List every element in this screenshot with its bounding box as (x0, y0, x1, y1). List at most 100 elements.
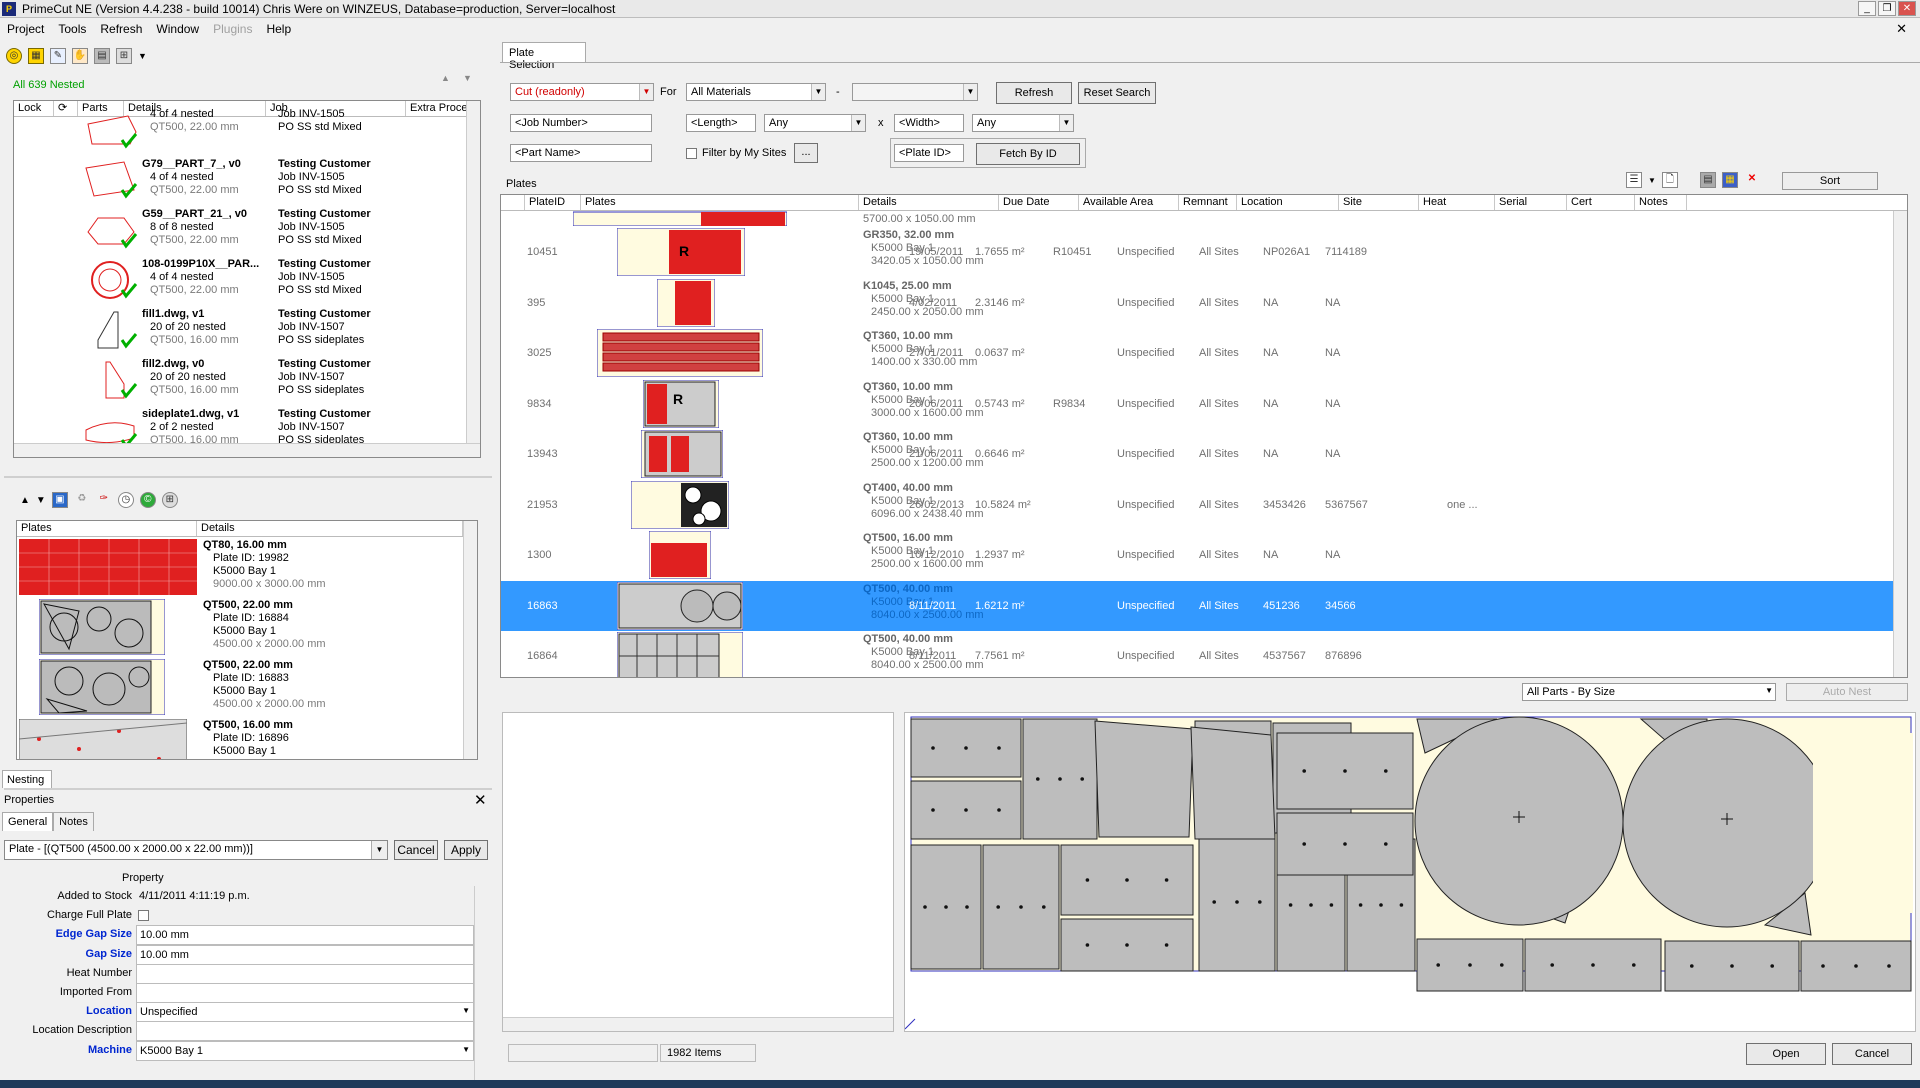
table-row[interactable]: 21953 QT400, 40.00 mm K5000 Bay 1 6096.00 x… (501, 480, 1895, 530)
target-icon[interactable]: ◎ (6, 48, 22, 64)
move-down-icon[interactable]: ▼ (36, 495, 46, 506)
preview-horizontal-scrollbar[interactable] (503, 1017, 893, 1031)
cut-select[interactable]: Cut (readonly) ▼ (510, 83, 654, 101)
filter-sites-checkbox[interactable] (686, 148, 697, 159)
plate-id-input[interactable]: <Plate ID> (894, 144, 964, 162)
nested-horizontal-scrollbar[interactable] (14, 443, 480, 457)
close-window-button[interactable]: ✕ (1898, 1, 1916, 16)
move-up-icon[interactable]: ▲ (20, 495, 30, 506)
menu-help[interactable]: Help (259, 22, 298, 36)
splitter[interactable] (4, 476, 492, 478)
move-down-icon[interactable]: ▼ (463, 73, 472, 83)
table-row[interactable]: 1300 QT500, 16.00 mm K5000 Bay 1 2500.00 x … (501, 530, 1895, 580)
sheet-icon[interactable]: ▦ (28, 48, 44, 64)
layers-icon[interactable]: ▤ (1699, 172, 1716, 188)
maximize-button[interactable]: ❐ (1878, 1, 1896, 16)
table-row[interactable]: 9834 R QT360, 10.00 mm K5000 Bay 1 3000.00 x… (501, 379, 1895, 429)
table-row[interactable]: 13943 QT360, 10.00 mm K5000 Bay 1 2500.00 x… (501, 429, 1895, 479)
secondary-select[interactable]: ▼ (852, 83, 978, 101)
plates-vertical-scrollbar[interactable] (463, 521, 477, 759)
cancel-button[interactable]: Cancel (1832, 1043, 1912, 1065)
menu-project[interactable]: Project (0, 22, 51, 36)
length-operator-select[interactable]: Any ▼ (764, 114, 866, 132)
nested-part-row[interactable]: 108-0199P10X__PAR... 4 of 4 nested QT500, … (14, 255, 480, 305)
chevron-down-icon[interactable]: ▼ (371, 841, 387, 859)
properties-scrollbar[interactable] (474, 886, 488, 1082)
plate-row[interactable]: QT80, 16.00 mm Plate ID: 19982 K5000 Bay 1… (17, 537, 477, 597)
palette-icon[interactable]: ▦ (1721, 172, 1738, 188)
close-icon[interactable]: ✕ (474, 791, 487, 809)
charge-full-plate-checkbox[interactable] (138, 910, 149, 922)
pin-icon[interactable]: ✎ (50, 48, 66, 64)
hand-icon[interactable]: ✋ (72, 48, 88, 64)
open-button[interactable]: Open (1746, 1043, 1826, 1065)
chevron-down-icon[interactable]: ▼ (1765, 686, 1773, 695)
object-selector[interactable]: Plate - [(QT500 (4500.00 x 2000.00 x 22.… (4, 840, 388, 860)
auto-nest-button[interactable]: Auto Nest (1786, 683, 1908, 701)
layers-icon[interactable]: ▤ (94, 48, 110, 64)
table-row-partial[interactable]: 5700.00 x 1050.00 mm (501, 195, 1895, 227)
new-document-icon[interactable]: 🗋 (1661, 172, 1678, 188)
nested-part-row[interactable]: fill2.dwg, v0 20 of 20 nested QT500, 16.00… (14, 355, 480, 405)
tab-notes[interactable]: Notes (53, 812, 94, 831)
table-row[interactable]: 395 K1045, 25.00 mm K5000 Bay 1 2450.00 x 2… (501, 278, 1895, 328)
property-value[interactable] (136, 1021, 474, 1042)
minimize-button[interactable]: _ (1858, 1, 1876, 16)
close-document-icon[interactable]: ✕ (1889, 21, 1914, 37)
table-row[interactable]: 10451 R GR350, 32.00 mm K5000 Bay 1 3420.05 … (501, 227, 1895, 277)
nested-part-row[interactable]: fill1.dwg, v1 20 of 20 nested QT500, 16.00… (14, 305, 480, 355)
plate-row[interactable]: QT500, 22.00 mm Plate ID: 16884 K5000 Bay … (17, 597, 477, 657)
delete-icon[interactable]: ✕ (1744, 172, 1760, 188)
menu-tools[interactable]: Tools (51, 22, 93, 36)
chevron-down-icon[interactable]: ▼ (851, 115, 865, 131)
menu-refresh[interactable]: Refresh (93, 22, 149, 36)
col-plates[interactable]: Plates (17, 521, 197, 536)
property-value[interactable]: K5000 Bay 1 ▼ (136, 1040, 474, 1061)
property-value[interactable]: Unspecified ▼ (136, 1002, 474, 1023)
nested-vertical-scrollbar[interactable] (466, 101, 480, 457)
property-value[interactable]: 10.00 mm (136, 944, 474, 965)
nested-part-row[interactable]: G79__PART_7_, v0 4 of 4 nested QT500, 22.0… (14, 155, 480, 205)
wrench-icon[interactable]: ✑ (96, 492, 112, 508)
chevron-down-icon[interactable]: ▼ (462, 1006, 470, 1015)
table-row[interactable]: 16864 QT500, 40.00 mm K5000 Bay 1 8040.00 x… (501, 631, 1895, 677)
cycle-icon[interactable]: ♻ (74, 492, 90, 508)
grid-icon[interactable]: ⊞ (161, 492, 178, 508)
part-name-input[interactable]: <Part Name> (510, 144, 652, 162)
plate-row[interactable]: QT500, 22.00 mm Plate ID: 16883 K5000 Bay … (17, 657, 477, 717)
material-select[interactable]: All Materials ▼ (686, 83, 826, 101)
chevron-down-icon[interactable]: ▼ (639, 84, 653, 100)
sort-button[interactable]: Sort (1782, 172, 1878, 190)
nest-sheet-preview[interactable] (904, 712, 1916, 1032)
property-value[interactable]: 10.00 mm (136, 925, 474, 946)
width-input[interactable]: <Width> (894, 114, 964, 132)
chevron-down-icon[interactable]: ▼ (811, 84, 825, 100)
chevron-down-icon[interactable]: ▼ (1648, 176, 1656, 185)
tab-nesting[interactable]: Nesting (2, 770, 52, 788)
parts-filter-select[interactable]: All Parts - By Size ▼ (1522, 683, 1776, 701)
tab-plate-selection[interactable]: Plate Selection (502, 42, 586, 71)
chevron-down-icon[interactable]: ▼ (963, 84, 977, 100)
site-picker-button[interactable]: ... (794, 143, 818, 163)
table-row[interactable]: 3025 QT360, 10.00 mm K5000 Bay 1 1400.00 x … (501, 328, 1895, 378)
property-value[interactable] (136, 983, 474, 1003)
nested-part-row[interactable]: 4 of 4 nested QT500, 22.00 mm Job INV-150… (14, 105, 480, 155)
menu-window[interactable]: Window (149, 22, 206, 36)
clock-icon[interactable]: ◷ (117, 492, 134, 508)
refresh-button[interactable]: Refresh (996, 82, 1072, 104)
move-up-icon[interactable]: ▲ (441, 73, 450, 83)
apply-button[interactable]: Apply (444, 840, 488, 860)
image-icon[interactable]: ▣ (51, 492, 68, 508)
property-value[interactable]: 4/11/2011 4:11:19 p.m. (136, 887, 474, 907)
plates-table-scrollbar[interactable] (1893, 211, 1907, 677)
cancel-button[interactable]: Cancel (394, 840, 438, 860)
property-value[interactable] (136, 963, 474, 984)
width-operator-select[interactable]: Any ▼ (972, 114, 1074, 132)
col-details[interactable]: Details (197, 521, 463, 536)
length-input[interactable]: <Length> (686, 114, 756, 132)
fetch-by-id-button[interactable]: Fetch By ID (976, 143, 1080, 165)
chevron-down-icon[interactable]: ▼ (1059, 115, 1073, 131)
tab-general[interactable]: General (2, 812, 54, 831)
nested-part-row[interactable]: G59__PART_21_, v0 8 of 8 nested QT500, 22.… (14, 205, 480, 255)
table-row[interactable]: 16863 QT500, 40.00 mm K5000 Bay 1 8040.00 x… (501, 580, 1895, 631)
